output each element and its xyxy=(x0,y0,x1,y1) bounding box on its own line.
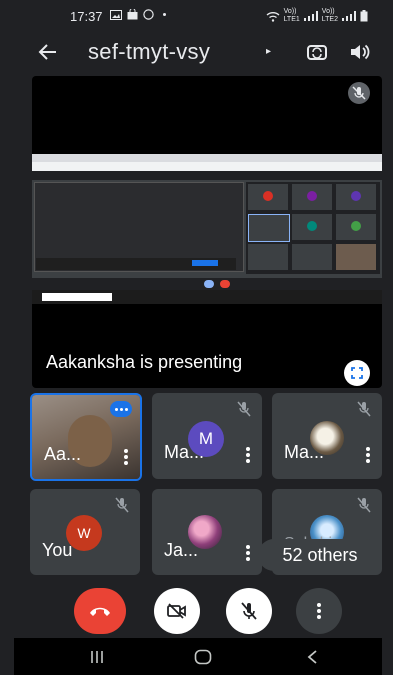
participant-tile-aakanksha[interactable]: Aa... xyxy=(30,393,142,481)
participant-name: Ma... xyxy=(284,442,325,462)
back-icon[interactable] xyxy=(306,649,318,665)
system-nav-bar xyxy=(14,638,382,675)
mic-off-icon xyxy=(348,82,370,104)
mic-off-icon xyxy=(237,401,251,417)
grid-avatar xyxy=(263,191,273,201)
network-2-lte: LTE2 xyxy=(321,16,338,23)
participant-tile-ma-1[interactable]: M Ma... xyxy=(152,393,262,479)
others-count-label: 52 others xyxy=(282,544,358,565)
grid-cell xyxy=(248,184,288,210)
shared-meet-header xyxy=(32,171,382,180)
more-vert-icon xyxy=(317,603,321,619)
grid-avatar xyxy=(307,191,317,201)
grid-cell xyxy=(336,244,376,270)
mic-off-icon xyxy=(357,401,371,417)
home-icon[interactable] xyxy=(194,649,212,665)
presenter-caption: Aakanksha is presenting xyxy=(46,352,243,372)
grid-avatar xyxy=(307,221,317,231)
videocam-off-icon xyxy=(167,603,186,619)
shared-participant-grid xyxy=(246,182,380,274)
shared-present-icon xyxy=(204,280,214,288)
more-vert-icon[interactable] xyxy=(366,447,370,463)
speaker-icon[interactable] xyxy=(348,41,370,63)
status-time: 17:37 xyxy=(70,9,103,24)
participant-tile-you[interactable]: W You xyxy=(30,489,140,575)
participant-name: Ma... xyxy=(164,442,205,462)
participant-name: Aa... xyxy=(44,444,82,464)
status-indicators: Vo)) LTE1 Vo)) LTE2 xyxy=(266,8,368,24)
grid-cell xyxy=(248,244,288,270)
participant-tile-ja[interactable]: Ja... xyxy=(152,489,262,575)
shared-meet-controls xyxy=(32,278,382,290)
grid-cell xyxy=(336,214,376,240)
presentation-tile[interactable]: Aakanksha is presenting xyxy=(32,76,382,388)
network-1-volte: Vo)) xyxy=(283,8,297,15)
grid-cell xyxy=(292,184,332,210)
grid-avatar xyxy=(351,191,361,201)
meeting-details-caret-icon[interactable]: ▸ xyxy=(266,46,271,57)
meeting-code[interactable]: sef-tmyt-vsy xyxy=(88,39,210,65)
call-end-icon xyxy=(90,607,110,616)
more-vert-icon[interactable] xyxy=(246,447,250,463)
dot-indicator xyxy=(163,13,166,16)
participant-name: Ja... xyxy=(164,540,199,560)
shared-end-call-icon xyxy=(220,280,230,288)
network-1-label: Vo)) LTE1 xyxy=(284,8,300,24)
wifi-icon xyxy=(266,11,279,22)
gallery-icon xyxy=(110,9,122,20)
back-arrow-icon[interactable] xyxy=(36,40,60,64)
battery-icon xyxy=(360,10,368,22)
fullscreen-icon xyxy=(351,367,363,379)
mic-off-icon xyxy=(357,497,371,513)
camera-toggle-button[interactable] xyxy=(154,588,200,634)
shared-search-box xyxy=(42,293,112,301)
end-call-button[interactable] xyxy=(74,588,126,634)
grid-cell xyxy=(292,214,332,240)
recents-icon[interactable] xyxy=(90,650,104,664)
mic-off-icon xyxy=(241,602,257,620)
shared-present-button xyxy=(192,260,218,266)
network-1-lte: LTE1 xyxy=(283,16,300,23)
grid-avatar xyxy=(351,221,361,231)
network-2-volte: Vo)) xyxy=(321,8,335,15)
meeting-top-bar: sef-tmyt-vsy ▸ xyxy=(14,32,382,76)
speaking-indicator-icon xyxy=(110,401,132,417)
others-count-button[interactable]: 52 others xyxy=(258,539,382,571)
whatsapp-icon xyxy=(143,9,154,20)
status-bar: 17:37 Vo)) LTE1 Vo)) LTE2 xyxy=(14,0,382,32)
signal-2-icon xyxy=(342,11,356,21)
shared-taskbar xyxy=(32,290,382,304)
mic-toggle-button[interactable] xyxy=(226,588,272,634)
signal-1-icon xyxy=(303,11,318,21)
participant-name: You xyxy=(42,540,73,560)
notification-icons xyxy=(110,9,166,20)
grid-cell xyxy=(292,244,332,270)
switch-camera-icon[interactable] xyxy=(306,41,328,63)
shared-screen-content xyxy=(32,154,382,304)
shared-browser-tabs xyxy=(32,154,382,162)
call-controls xyxy=(14,588,382,634)
grid-cell xyxy=(336,184,376,210)
mic-off-icon xyxy=(115,497,129,513)
meet-screen: 17:37 Vo))LTE1 Vo))LTE2 sef-tmyt-vsy ▸ xyxy=(14,0,382,675)
bag-icon xyxy=(127,9,138,20)
network-2-label: Vo)) LTE2 xyxy=(322,8,338,24)
grid-cell xyxy=(248,214,290,242)
participant-tile-ma-2[interactable]: Ma... xyxy=(272,393,382,479)
fullscreen-button[interactable] xyxy=(344,360,370,386)
more-vert-icon[interactable] xyxy=(124,449,128,465)
more-options-button[interactable] xyxy=(296,588,342,634)
more-vert-icon[interactable] xyxy=(246,545,250,561)
shared-browser-toolbar xyxy=(32,162,382,171)
